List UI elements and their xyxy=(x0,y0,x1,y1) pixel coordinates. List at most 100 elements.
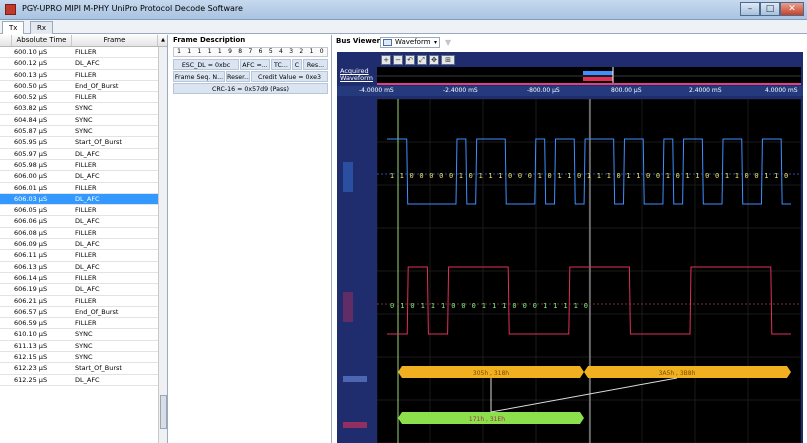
field-tc[interactable]: TC... xyxy=(271,59,291,70)
field-c[interactable]: C xyxy=(292,59,302,70)
table-row[interactable]: 606.11 µS FILLER xyxy=(0,250,158,262)
table-row[interactable]: 606.01 µS FILLER xyxy=(0,183,158,194)
minimize-button[interactable]: – xyxy=(740,2,760,16)
field-afc[interactable]: AFC =... xyxy=(240,59,270,70)
collapse-icon[interactable]: ▲ xyxy=(158,35,167,46)
table-row[interactable]: 603.82 µS SYNC xyxy=(0,103,158,115)
table-row[interactable]: 606.57 µS End_Of_Burst xyxy=(0,307,158,319)
table-row[interactable]: 606.08 µS FILLER xyxy=(0,228,158,240)
channel-1-bit: 0 xyxy=(616,172,620,180)
time-label: 800.00 µS xyxy=(611,87,642,94)
column-frame[interactable]: Frame xyxy=(72,35,158,46)
bit-index: 8 xyxy=(238,48,243,55)
channel-1-bit: 1 xyxy=(626,172,630,180)
table-row[interactable]: 605.98 µS FILLER xyxy=(0,160,158,172)
bus-2-label: 171h , 31Eh xyxy=(469,416,505,423)
table-row[interactable]: 606.13 µS DL_AFC xyxy=(0,262,158,273)
packet-list-scrollbar[interactable] xyxy=(158,47,167,443)
field-res[interactable]: Res... xyxy=(303,59,328,70)
row-frame: FILLER xyxy=(75,183,97,192)
channel-1-bit: 1 xyxy=(498,172,502,180)
column-absolute-time[interactable]: Absolute Time xyxy=(12,35,72,46)
scope-area[interactable]: 1100000101110001011011101100101100110011… xyxy=(377,99,801,443)
zoom-fit-icon[interactable]: ⤢ xyxy=(417,55,427,65)
field-esc-dl[interactable]: ESC_DL = 0xbc xyxy=(173,59,239,70)
row-frame: FILLER xyxy=(75,48,97,56)
bit-index: 9 xyxy=(228,48,232,55)
pan-icon[interactable]: ✥ xyxy=(429,55,439,65)
table-row[interactable]: 606.19 µS DL_AFC xyxy=(0,284,158,296)
channel-1-bit: 1 xyxy=(735,172,739,180)
channel-2-bit: 1 xyxy=(492,302,496,310)
zoom-out-icon[interactable]: − xyxy=(393,55,403,65)
dropdown-arrow-icon: ▾ xyxy=(433,39,437,46)
maximize-button[interactable]: □ xyxy=(760,2,780,16)
table-row[interactable]: 605.95 µS Start_Of_Burst xyxy=(0,137,158,149)
table-row[interactable]: 605.87 µS SYNC xyxy=(0,126,158,138)
table-row[interactable]: 605.97 µS DL_AFC xyxy=(0,149,158,160)
tab-rx[interactable]: Rx xyxy=(30,21,54,34)
table-row[interactable]: 600.12 µS DL_AFC xyxy=(0,58,158,70)
table-row[interactable]: 612.23 µS Start_Of_Burst xyxy=(0,363,158,375)
table-row[interactable]: 600.10 µS FILLER xyxy=(0,47,158,59)
row-frame: FILLER xyxy=(75,273,97,282)
tab-tx[interactable]: Tx xyxy=(2,21,25,34)
channel-1-bit: 0 xyxy=(656,172,660,180)
channel-1-bit: 1 xyxy=(764,172,768,180)
table-row[interactable]: 600.13 µS FILLER xyxy=(0,70,158,81)
overview-ch1-burst xyxy=(583,71,613,75)
row-time: 606.59 µS xyxy=(14,319,48,328)
table-row[interactable]: 606.21 µS FILLER xyxy=(0,296,158,307)
field-frame-seq[interactable]: Frame Seq. N... xyxy=(173,71,225,82)
table-row[interactable]: 606.05 µS FILLER xyxy=(0,205,158,217)
row-frame: DL_AFC xyxy=(75,240,100,249)
table-row[interactable]: 606.09 µS DL_AFC xyxy=(0,239,158,251)
row-time: 600.52 µS xyxy=(14,93,48,102)
table-row[interactable]: 612.25 µS DL_AFC xyxy=(0,375,158,386)
zoom-in-icon[interactable]: + xyxy=(381,55,391,65)
table-row[interactable]: 604.84 µS SYNC xyxy=(0,115,158,127)
row-time: 606.05 µS xyxy=(14,206,48,215)
table-row[interactable]: 606.00 µS DL_AFC xyxy=(0,171,158,183)
table-row[interactable]: 600.52 µS FILLER xyxy=(0,92,158,104)
row-frame: SYNC xyxy=(75,341,93,350)
scrollbar-thumb[interactable] xyxy=(160,395,167,429)
table-row[interactable]: 611.13 µS SYNC xyxy=(0,341,158,353)
table-row[interactable]: 606.06 µS DL_AFC xyxy=(0,216,158,228)
ruler-icon[interactable]: ⊞ xyxy=(441,55,455,65)
undo-zoom-icon[interactable]: ↶ xyxy=(405,55,415,65)
close-button[interactable]: ✕ xyxy=(780,2,804,16)
row-time: 600.12 µS xyxy=(14,59,48,68)
field-reserved[interactable]: Reser... xyxy=(226,71,250,82)
bit-header: 111119876543210 xyxy=(173,47,328,57)
field-credit-value[interactable]: Credit Value = 0xe3 xyxy=(251,71,328,82)
bit-index: 7 xyxy=(248,48,253,55)
table-row[interactable]: 606.03 µS DL_AFC xyxy=(0,193,158,206)
field-crc[interactable]: CRC-16 = 0x57d9 (Pass) xyxy=(173,83,328,94)
channel-2-bit: 0 xyxy=(523,302,527,310)
bit-index: 1 xyxy=(309,48,314,55)
channel-2-bit: 1 xyxy=(553,302,557,310)
bit-index: 1 xyxy=(187,48,192,55)
row-time: 606.21 µS xyxy=(14,296,48,305)
scope-svg: 1100000101110001011011101100101100110011… xyxy=(377,99,801,443)
channel-1-bit: 0 xyxy=(715,172,719,180)
table-row[interactable]: 606.14 µS FILLER xyxy=(0,273,158,285)
time-label: 4.0000 mS xyxy=(765,87,798,94)
filter-icon[interactable]: ▼ xyxy=(445,38,454,47)
row-frame: DL_AFC xyxy=(75,375,100,384)
view-select[interactable]: Waveform ▾ xyxy=(380,37,440,48)
row-frame: FILLER xyxy=(75,296,97,305)
table-row[interactable]: 612.15 µS SYNC xyxy=(0,352,158,364)
channel-1-bit: 1 xyxy=(774,172,778,180)
channel-1-bit: 0 xyxy=(508,172,512,180)
channel-2-bit: 1 xyxy=(400,302,404,310)
table-row[interactable]: 610.10 µS SYNC xyxy=(0,329,158,341)
table-row[interactable]: 600.50 µS End_Of_Burst xyxy=(0,81,158,93)
header-corner xyxy=(0,35,12,46)
table-row[interactable]: 606.59 µS FILLER xyxy=(0,318,158,330)
overview-strip[interactable] xyxy=(377,67,801,85)
channel-1-bit: 0 xyxy=(754,172,758,180)
row-frame: End_Of_Burst xyxy=(75,81,119,90)
view-select-value: Waveform xyxy=(395,38,431,46)
